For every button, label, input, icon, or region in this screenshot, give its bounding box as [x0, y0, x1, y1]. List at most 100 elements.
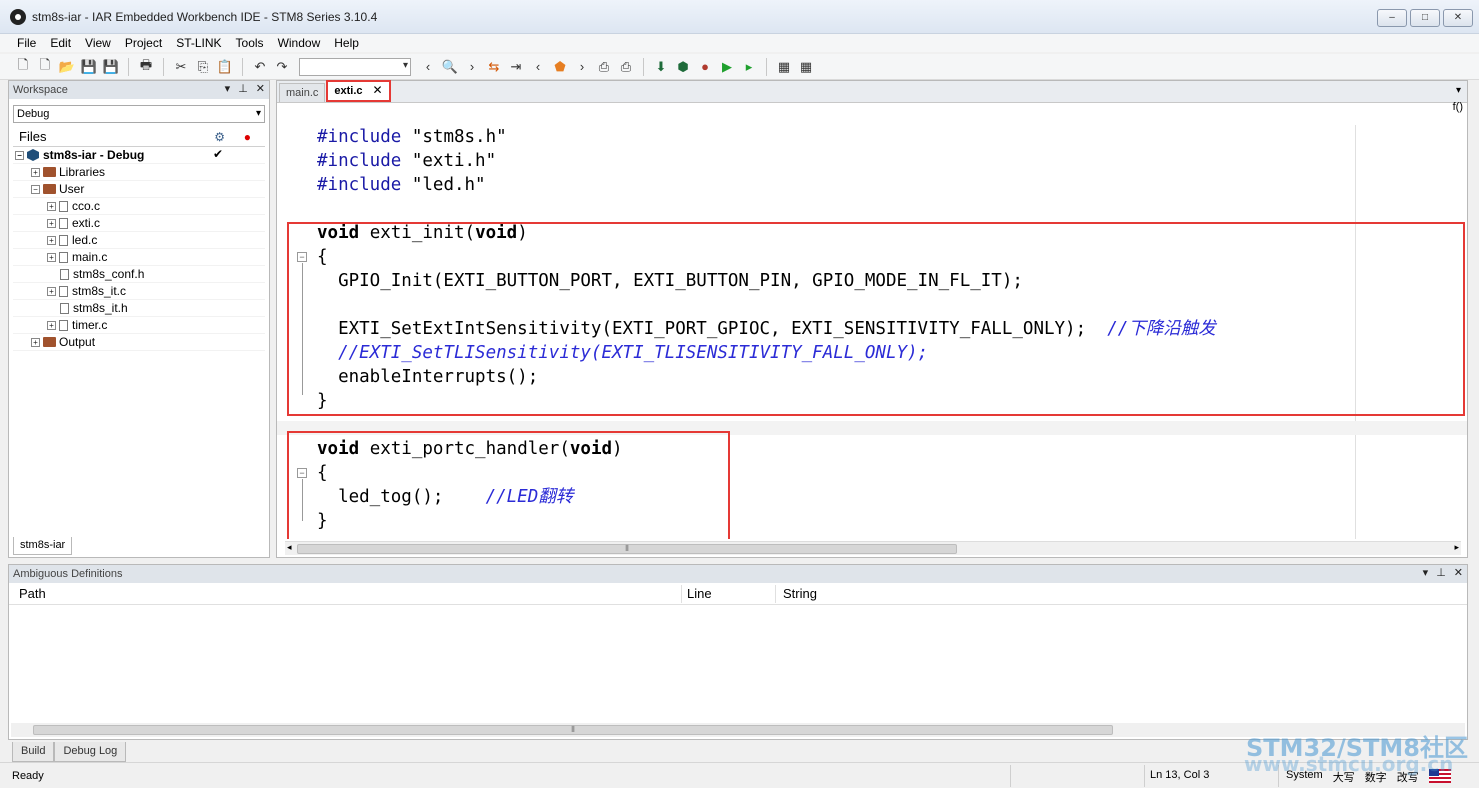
scroll-right-icon[interactable]: ▸	[1454, 542, 1459, 553]
expand-icon[interactable]: +	[47, 320, 56, 330]
bookmark-icon[interactable]: ⬟	[551, 58, 569, 76]
gear-icon[interactable]: ⚙	[214, 130, 225, 144]
breakpoint-icon[interactable]: ●	[696, 58, 714, 76]
nav-back-icon[interactable]: ‹	[529, 58, 547, 76]
compile-icon[interactable]: ⎙	[595, 58, 613, 76]
maximize-button[interactable]: □	[1410, 9, 1440, 27]
new-file-icon[interactable]: 🗋	[14, 57, 32, 76]
tab-main-c[interactable]: main.c	[279, 83, 326, 102]
find-combo[interactable]	[299, 57, 411, 76]
tree-item[interactable]: + main.c	[13, 249, 265, 266]
h-file-icon	[60, 302, 69, 314]
editor-panel: main.c exti.c ✕ ▾ f() #include "stm8s.h" …	[276, 80, 1468, 558]
copy-icon[interactable]: ⎘	[194, 58, 212, 76]
save-all-icon[interactable]: 💾	[102, 58, 120, 76]
paste-icon[interactable]: 📋	[216, 58, 234, 76]
close-icon[interactable]: ✕	[1454, 566, 1463, 579]
ambiguous-header: Ambiguous Definitions ▾ ⊥ ✕	[9, 565, 1467, 583]
tab-exti-c[interactable]: exti.c ✕	[326, 80, 391, 102]
tab-list-icon[interactable]: ▾	[1456, 85, 1461, 96]
nav-forward-icon[interactable]: ›	[573, 58, 591, 76]
go-icon[interactable]: ▶	[718, 58, 736, 76]
find-next-icon[interactable]: ›	[463, 58, 481, 76]
tab-build[interactable]: Build	[12, 742, 55, 762]
dropdown-icon[interactable]: ▾	[225, 82, 231, 95]
debug-without-download-icon[interactable]: ▸	[740, 58, 758, 76]
tree-item[interactable]: + Libraries	[13, 164, 265, 181]
ambiguous-definitions-panel: Ambiguous Definitions ▾ ⊥ ✕ Path Line St…	[8, 564, 1468, 740]
tree-project[interactable]: − stm8s-iar - Debug ✔	[13, 147, 265, 164]
menu-view[interactable]: View	[78, 36, 118, 50]
pin-icon[interactable]: ⊥	[238, 82, 248, 95]
dropdown-icon[interactable]: ▾	[1423, 566, 1429, 579]
tree-item-label: main.c	[72, 250, 108, 264]
files-column-header: Files ⚙ ●	[13, 127, 265, 147]
print-icon[interactable]: 🖶	[137, 57, 155, 76]
tree-item[interactable]: + Output	[13, 334, 265, 351]
layout-icon[interactable]: ▦	[775, 58, 793, 76]
download-icon[interactable]: ⬇	[652, 58, 670, 76]
column-line[interactable]: Line	[687, 586, 712, 601]
expand-icon[interactable]: +	[47, 286, 56, 296]
editor-horizontal-scrollbar[interactable]: ◂ ⦀ ▸	[285, 541, 1461, 555]
column-path[interactable]: Path	[19, 586, 46, 601]
debug-icon[interactable]: ⬢	[674, 58, 692, 76]
pin-icon[interactable]: ⊥	[1436, 566, 1446, 579]
menu-file[interactable]: File	[10, 36, 43, 50]
menu-project[interactable]: Project	[118, 36, 169, 50]
tree-item[interactable]: + exti.c	[13, 215, 265, 232]
code-area[interactable]: #include "stm8s.h" #include "exti.h" #in…	[277, 125, 1467, 539]
menu-help[interactable]: Help	[327, 36, 366, 50]
open-icon[interactable]: 📂	[58, 58, 76, 76]
folder-icon	[43, 184, 56, 194]
configuration-select[interactable]: Debug	[13, 105, 265, 123]
close-button[interactable]: ✕	[1443, 9, 1473, 27]
menu-edit[interactable]: Edit	[43, 36, 78, 50]
tree-item[interactable]: + stm8s_it.c	[13, 283, 265, 300]
expand-icon[interactable]: +	[47, 252, 56, 262]
save-icon[interactable]: 💾	[80, 58, 98, 76]
goto-icon[interactable]: ⇥	[507, 58, 525, 76]
close-icon[interactable]: ✕	[256, 82, 265, 95]
tree-item[interactable]: + timer.c	[13, 317, 265, 334]
collapse-icon[interactable]: −	[31, 184, 40, 194]
tree-item[interactable]: + led.c	[13, 232, 265, 249]
expand-icon[interactable]: +	[47, 201, 56, 211]
layout-add-icon[interactable]: ▦	[797, 58, 815, 76]
toolbar-separator	[643, 57, 644, 76]
make-icon[interactable]: ⎙	[617, 58, 635, 76]
menu-st-link[interactable]: ST-LINK	[169, 36, 228, 50]
expand-icon[interactable]: +	[47, 235, 56, 245]
expand-icon[interactable]: +	[31, 167, 40, 177]
close-tab-icon[interactable]: ✕	[373, 83, 383, 97]
menu-window[interactable]: Window	[271, 36, 328, 50]
find-prev-icon[interactable]: ‹	[419, 58, 437, 76]
scroll-left-icon[interactable]: ◂	[287, 542, 292, 553]
replace-icon[interactable]: ⇆	[485, 58, 503, 76]
tree-item-label: cco.c	[72, 199, 101, 213]
new-workspace-icon[interactable]: 🗋	[36, 57, 54, 76]
tree-item[interactable]: stm8s_it.h	[13, 300, 265, 317]
c-file-icon	[59, 217, 68, 229]
toolbar: 🗋 🗋 📂 💾 💾 🖶 ✂ ⎘ 📋 ↶ ↷ ‹ 🔍 › ⇆ ⇥ ‹ ⬟ › ⎙ …	[0, 54, 1479, 80]
collapse-icon[interactable]: −	[15, 150, 24, 160]
redo-icon[interactable]: ↷	[273, 58, 291, 76]
tab-debug-log[interactable]: Debug Log	[54, 742, 127, 762]
minimize-button[interactable]: –	[1377, 9, 1407, 27]
function-list-icon[interactable]: f()	[1453, 101, 1463, 113]
undo-icon[interactable]: ↶	[251, 58, 269, 76]
scroll-thumb[interactable]: ⦀	[33, 725, 1113, 735]
expand-icon[interactable]: +	[47, 218, 56, 228]
tree-item[interactable]: − User	[13, 181, 265, 198]
tree-item-label: stm8s_conf.h	[73, 267, 145, 281]
scroll-thumb[interactable]: ⦀	[297, 544, 957, 554]
workspace-tab[interactable]: stm8s-iar	[13, 537, 73, 555]
tree-item[interactable]: + cco.c	[13, 198, 265, 215]
search-icon[interactable]: 🔍	[441, 58, 459, 76]
tree-item[interactable]: stm8s_conf.h	[13, 266, 265, 283]
expand-icon[interactable]: +	[31, 337, 40, 347]
column-separator	[775, 585, 776, 603]
column-string[interactable]: String	[783, 586, 817, 601]
menu-tools[interactable]: Tools	[229, 36, 271, 50]
cut-icon[interactable]: ✂	[172, 58, 190, 76]
